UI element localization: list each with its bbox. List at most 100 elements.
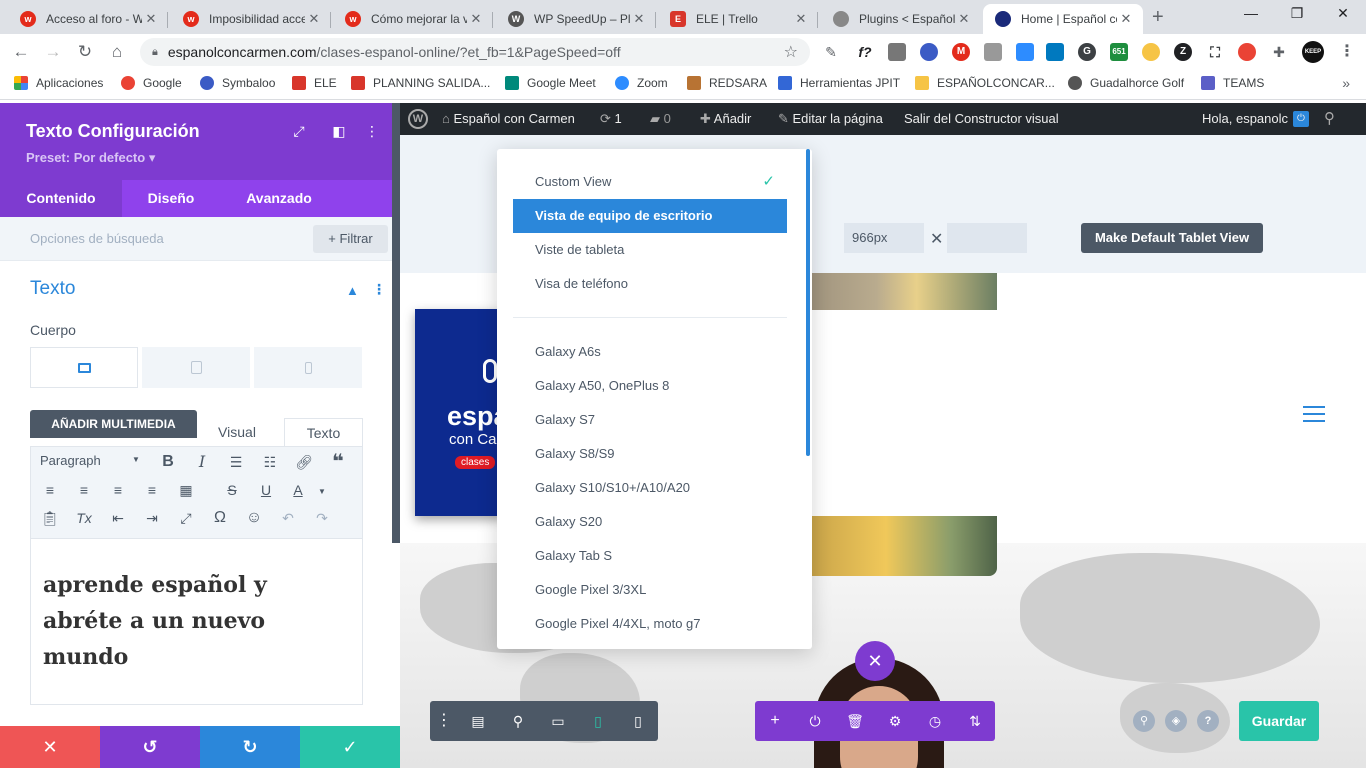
site-link[interactable]: ⌂︎ Español con Carmen	[442, 111, 575, 126]
close-icon[interactable]: ✕	[142, 11, 160, 27]
phone-icon[interactable]: ▯	[628, 711, 648, 731]
mega-icon[interactable]: M	[952, 43, 970, 61]
portability-icon[interactable]: ⇅	[965, 711, 985, 731]
bookmark-item[interactable]: Google	[121, 76, 182, 90]
special-char-icon[interactable]: Ω	[210, 508, 230, 528]
device-item[interactable]: Galaxy A6s	[513, 335, 787, 369]
device-item[interactable]: Galaxy A50, OnePlus 8	[513, 369, 787, 403]
browser-tab[interactable]: w Cómo mejorar la v ✕	[333, 4, 493, 34]
new-tab-button[interactable]: +	[1152, 6, 1164, 29]
browser-tab-active[interactable]: Home | Español co ✕	[983, 4, 1143, 34]
browser-tab[interactable]: w Acceso al foro - W ✕	[8, 4, 168, 34]
help-icon[interactable]: ?	[1197, 710, 1219, 732]
device-item[interactable]: Galaxy S10/S10+/A10/A20	[513, 471, 787, 505]
forward-icon[interactable]: →	[42, 41, 64, 63]
counter-icon[interactable]: 651	[1110, 43, 1128, 61]
close-fab-button[interactable]: ✕	[855, 641, 895, 681]
expand-icon[interactable]: ⤢	[291, 123, 307, 139]
browser-tab[interactable]: E ELE | Trello ✕	[658, 4, 818, 34]
view-height-input[interactable]	[947, 223, 1027, 253]
device-item[interactable]: Galaxy Tab S	[513, 539, 787, 573]
close-icon[interactable]: ✕	[792, 11, 810, 27]
save-changes-button[interactable]: ✓	[300, 726, 400, 768]
section-title[interactable]: Texto	[30, 278, 75, 300]
gear-icon[interactable]: ⚙	[885, 711, 905, 731]
device-item[interactable]: Galaxy S8/S9	[513, 437, 787, 471]
address-bar[interactable]: 🔒︎ espanolconcarmen.com/clases-espanol-o…	[140, 38, 810, 66]
grammar-icon[interactable]: G	[1078, 43, 1096, 61]
text-tab[interactable]: Texto	[284, 418, 363, 446]
emoji-icon[interactable]: ☺	[244, 508, 264, 528]
trello-icon[interactable]	[1046, 43, 1064, 61]
tablet-tab[interactable]	[142, 347, 250, 388]
paste-icon[interactable]: 📋︎	[40, 508, 60, 528]
editor-content[interactable]: aprende español y abréte a un nuevo mund…	[43, 567, 343, 675]
format-select[interactable]: Paragraph	[40, 453, 101, 468]
home-icon[interactable]: ⌂	[106, 41, 128, 63]
desktop-view-item[interactable]: Vista de equipo de escritorio	[513, 199, 787, 233]
undo-button[interactable]: ↺	[100, 726, 200, 768]
custom-view-item[interactable]: Custom View ✓	[513, 165, 787, 199]
close-icon[interactable]: ✕	[955, 11, 973, 27]
reload-icon[interactable]: ↻	[74, 41, 96, 63]
bookmark-item[interactable]: Guadalhorce Golf	[1068, 76, 1184, 90]
minimize-button[interactable]: —	[1228, 5, 1274, 21]
extensions-puzzle-icon[interactable]: ✚	[1270, 43, 1288, 61]
preset-selector[interactable]: Preset: Por defecto ▾	[26, 150, 155, 166]
tab-avanzado[interactable]: Avanzado	[220, 180, 338, 217]
phone-tab[interactable]	[254, 347, 362, 388]
visual-tab[interactable]: Visual	[197, 418, 277, 446]
bullet-list-icon[interactable]: ☰	[226, 452, 246, 472]
font-icon[interactable]: f?	[856, 43, 874, 61]
z-icon[interactable]: Z	[1174, 43, 1192, 61]
numbered-list-icon[interactable]: ☷	[260, 452, 280, 472]
indent-icon[interactable]: ⇥	[142, 508, 162, 528]
bookmark-item[interactable]: ESPAÑOLCONCAR...	[915, 76, 1055, 90]
bookmark-item[interactable]: Aplicaciones	[14, 76, 103, 90]
close-icon[interactable]: ✕	[305, 11, 323, 27]
more-options-icon[interactable]: ⋮	[364, 123, 380, 139]
align-right-icon[interactable]: ≡	[108, 480, 128, 500]
greeting-link[interactable]: Hola, espanolc	[1202, 111, 1288, 126]
close-icon[interactable]: ✕	[1117, 11, 1135, 27]
wordpress-icon[interactable]: W	[408, 109, 428, 129]
clear-format-icon[interactable]: Tx	[74, 508, 94, 528]
chevron-up-icon[interactable]: ▲	[346, 283, 359, 298]
menu-dots-icon[interactable]: ⋮	[434, 711, 454, 731]
filter-button[interactable]: + Filtrar	[313, 225, 388, 253]
tablet-icon[interactable]: ▯	[588, 711, 608, 731]
bookmark-item[interactable]: Google Meet	[505, 76, 596, 90]
align-left-icon[interactable]: ≡	[40, 480, 60, 500]
save-page-button[interactable]: Guardar	[1239, 701, 1319, 741]
heart-icon[interactable]	[1238, 43, 1256, 61]
bookmark-item[interactable]: Zoom	[615, 76, 668, 90]
add-media-button[interactable]: AÑADIR MULTIMEDIA	[30, 410, 197, 438]
eyedropper-icon[interactable]: ✎	[822, 43, 840, 61]
browser-tab[interactable]: w Imposibilidad acce ✕	[171, 4, 331, 34]
panel-scrollbar[interactable]	[392, 103, 400, 543]
back-icon[interactable]: ←	[10, 41, 32, 63]
options-search[interactable]: Opciones de búsqueda + Filtrar	[0, 217, 400, 261]
bookmark-item[interactable]: ELE	[292, 76, 337, 90]
desktop-tab[interactable]	[30, 347, 138, 388]
close-window-button[interactable]: ✕	[1320, 5, 1366, 22]
text-editor[interactable]: aprende español y abréte a un nuevo mund…	[30, 539, 363, 705]
text-color-icon[interactable]: A	[288, 480, 308, 500]
screenshot-icon[interactable]: ⛶	[1206, 43, 1224, 61]
edit-page-link[interactable]: ✎ Editar la página	[778, 111, 883, 127]
search-icon[interactable]: ⚲	[1324, 109, 1335, 127]
bookmark-item[interactable]: Symbaloo	[200, 76, 275, 90]
bookmark-item[interactable]: PLANNING SALIDA...	[351, 76, 490, 90]
extension-icon[interactable]	[888, 43, 906, 61]
exit-builder-link[interactable]: Salir del Constructor visual	[904, 111, 1059, 126]
tablet-view-item[interactable]: Viste de tableta	[513, 233, 787, 267]
make-default-view-button[interactable]: Make Default Tablet View	[1081, 223, 1263, 253]
avatar[interactable]: KEEP	[1302, 41, 1324, 63]
view-width-input[interactable]: 966px	[844, 223, 924, 253]
more-bookmarks-icon[interactable]: »	[1342, 75, 1350, 91]
updates-link[interactable]: ⟳ 1	[600, 111, 622, 127]
fullscreen-icon[interactable]: ⤢	[176, 508, 196, 528]
device-item[interactable]: Galaxy S20	[513, 505, 787, 539]
table-icon[interactable]: ▦	[176, 480, 196, 500]
undo-icon[interactable]: ↶	[278, 508, 298, 528]
